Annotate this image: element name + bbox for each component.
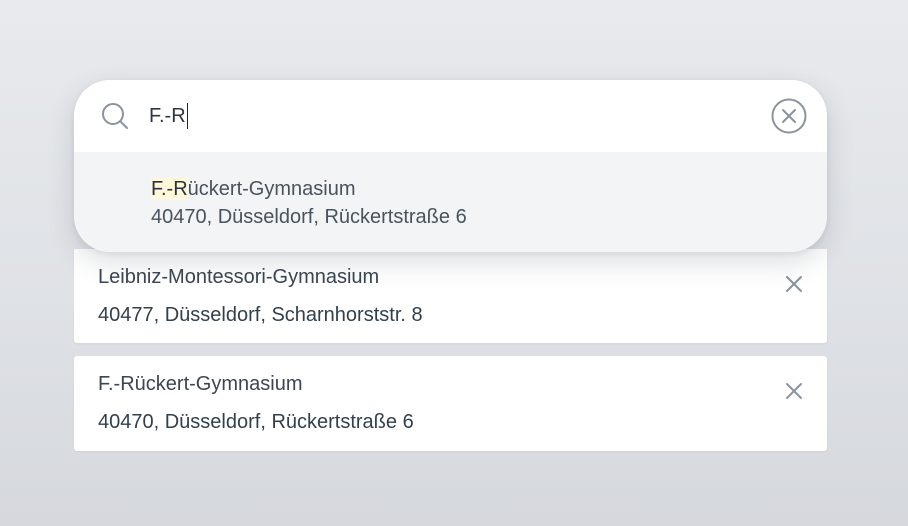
search-bar: F.-R — [74, 80, 827, 152]
text-cursor — [186, 103, 189, 129]
school-name: Leibniz-Montessori-Gymnasium — [98, 266, 380, 288]
school-card: Leibniz-Montessori-Gymnasium 40477, Düss… — [74, 249, 827, 343]
school-address: 40470, Düsseldorf, Rückertstraße 6 — [98, 411, 414, 433]
school-name: F.-Rückert-Gymnasium — [98, 373, 303, 395]
suggestion-name: F.-Rückert-Gymnasium — [151, 178, 355, 201]
remove-school-button[interactable] — [783, 273, 805, 295]
suggestion-address: 40470, Düsseldorf, Rückertstraße 6 — [151, 206, 467, 228]
school-search-autocomplete: F.-R F.-Rückert-Gymnasium 40470, Düsseld… — [74, 80, 827, 252]
remove-school-button[interactable] — [783, 380, 805, 402]
close-icon — [786, 383, 802, 399]
suggestion-name-rest: ückert-Gymnasium — [187, 178, 356, 200]
search-input[interactable]: F.-R — [149, 102, 189, 130]
suggestion-match-highlight: F.-R — [151, 178, 188, 200]
suggestion-item[interactable]: F.-Rückert-Gymnasium 40470, Düsseldorf, … — [74, 152, 827, 252]
school-card: F.-Rückert-Gymnasium 40470, Düsseldorf, … — [74, 356, 827, 451]
search-query: F.-R — [149, 105, 186, 127]
close-icon — [786, 276, 802, 292]
clear-circle-icon — [771, 98, 807, 134]
school-address: 40477, Düsseldorf, Scharnhorststr. 8 — [98, 304, 423, 326]
search-icon — [100, 101, 130, 131]
clear-search-button[interactable] — [771, 98, 807, 134]
